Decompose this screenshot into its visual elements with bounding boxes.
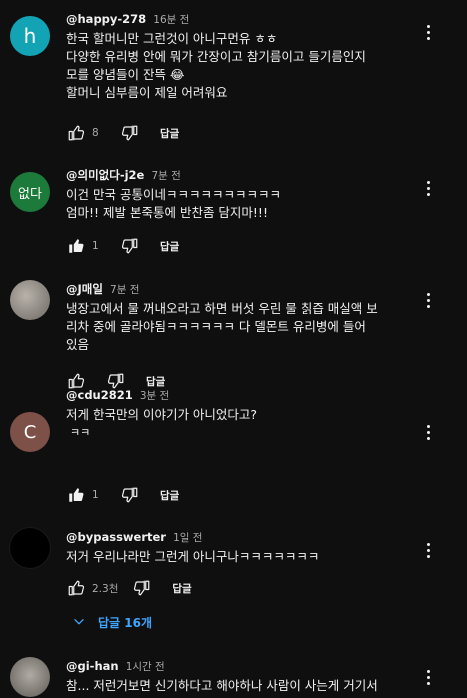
comment-body: @의미없다-j2e 7분 전 이건 만국 공통이네ㅋㅋㅋㅋㅋㅋㅋㅋㅋㅋ 엄마!!…: [66, 166, 427, 222]
comment-body: @gi-han 1시간 전 참... 저런거보면 신기하다고 해야하나 사람이 …: [66, 657, 427, 695]
comment-text-line: 엄마!! 제발 본죽통에 반찬좀 담지마!!!: [66, 205, 268, 220]
comment-text-line: 저거 우리나라만 그런게 아니구나ㅋㅋㅋㅋㅋㅋㅋ: [66, 549, 320, 564]
like-count: 1: [92, 240, 99, 252]
avatar[interactable]: C: [10, 412, 50, 452]
thumb-up-icon[interactable]: [66, 578, 86, 598]
more-vert-icon[interactable]: [419, 20, 437, 44]
thumb-up-icon[interactable]: [66, 236, 86, 256]
comment-author[interactable]: @bypasswerter: [66, 530, 166, 544]
comment-author[interactable]: @cdu2821: [66, 388, 133, 402]
thumb-down-icon[interactable]: [120, 485, 140, 505]
comment-text: 이건 만국 공통이네ㅋㅋㅋㅋㅋㅋㅋㅋㅋㅋ 엄마!! 제발 본죽통에 반찬좀 담지…: [66, 186, 427, 222]
avatar-letter: 없다: [18, 186, 42, 202]
comment-text: 한국 할머니만 그런것이 아니구먼유 ㅎㅎ 다양한 유리병 안에 뭐가 간장이고…: [66, 30, 427, 102]
more-vert-icon[interactable]: [419, 288, 437, 312]
comment-text: 참... 저런거보면 신기하다고 해야하나 사람이 사는게 거기서: [66, 677, 427, 695]
comment-author[interactable]: @gi-han: [66, 659, 119, 673]
more-vert-icon[interactable]: [419, 420, 437, 444]
comment-text-line: 참... 저런거보면 신기하다고 해야하나 사람이 사는게 거기서: [66, 678, 378, 693]
thumb-down-icon[interactable]: [132, 578, 152, 598]
more-vert-icon[interactable]: [419, 176, 437, 200]
show-replies-button[interactable]: 답글 16개: [72, 612, 152, 632]
comment-text-line: 한국 할머니만 그런것이 아니구먼유 ㅎㅎ: [66, 31, 278, 46]
thumb-down-icon[interactable]: [120, 123, 140, 143]
comment-text-line: 다양한 유리병 안에 뭐가 간장이고 참기름이고 들기름인지: [66, 49, 366, 64]
thumb-up-icon[interactable]: [66, 485, 86, 505]
like-count: 1: [92, 489, 99, 501]
chevron-down-icon: [74, 619, 84, 625]
thumb-up-icon[interactable]: [66, 123, 86, 143]
comment-author[interactable]: @의미없다-j2e: [66, 168, 144, 182]
comment-text: 저거 우리나라만 그런게 아니구나ㅋㅋㅋㅋㅋㅋㅋ: [66, 548, 427, 566]
comment-body: @J매일 7분 전 냉장고에서 물 꺼내오라고 하면 버섯 우린 물 칡즙 매실…: [66, 280, 427, 354]
comment-actions: 1 답글: [66, 485, 179, 505]
comment-text-line: 저게 한국만의 이야기가 아니었다고?: [66, 407, 258, 422]
comment-time[interactable]: 3분 전: [140, 390, 169, 402]
comment-text-line: ㅋㅋ: [70, 426, 91, 439]
comment-time[interactable]: 7분 전: [151, 170, 180, 182]
comment-body: @cdu2821 3분 전 저게 한국만의 이야기가 아니었다고? ㅋㅋ: [66, 386, 427, 442]
comment-author[interactable]: @happy-278: [66, 12, 146, 26]
comment-time[interactable]: 1일 전: [173, 532, 202, 544]
comment-time[interactable]: 1시간 전: [126, 661, 165, 673]
comment-text-line: 있음: [66, 337, 90, 352]
avatar[interactable]: [10, 280, 50, 320]
more-vert-icon[interactable]: [419, 538, 437, 562]
reply-button[interactable]: 답글: [172, 581, 191, 596]
avatar-letter: C: [23, 421, 37, 443]
comment-text: 저게 한국만의 이야기가 아니었다고? ㅋㅋ: [66, 406, 427, 442]
comment-time[interactable]: 16분 전: [153, 14, 189, 26]
comment-text-line: 리차 중에 골라야됨ㅋㅋㅋㅋㅋㅋ 다 델몬트 유리병에 들어: [66, 319, 366, 334]
comment-actions: 8 답글: [66, 123, 179, 143]
comment-text-line: 모를 양념들이 잔뜩 😂: [66, 67, 185, 82]
like-count: 8: [92, 127, 99, 139]
comment-actions: 2.3천 답글: [66, 578, 192, 598]
avatar[interactable]: [10, 657, 50, 697]
thumb-down-icon[interactable]: [120, 236, 140, 256]
reply-button[interactable]: 답글: [160, 126, 179, 141]
avatar[interactable]: h: [10, 16, 50, 56]
comment-text: 냉장고에서 물 꺼내오라고 하면 버섯 우린 물 칡즙 매실액 보 리차 중에 …: [66, 300, 427, 354]
comment-body: @bypasswerter 1일 전 저거 우리나라만 그런게 아니구나ㅋㅋㅋㅋ…: [66, 528, 427, 566]
avatar[interactable]: [10, 528, 50, 568]
comment-time[interactable]: 7분 전: [110, 284, 139, 296]
comment-text-line: 이건 만국 공통이네ㅋㅋㅋㅋㅋㅋㅋㅋㅋㅋ: [66, 187, 281, 202]
more-vert-icon[interactable]: [419, 665, 437, 689]
like-count: 2.3천: [92, 582, 119, 595]
comment-text-line: 냉장고에서 물 꺼내오라고 하면 버섯 우린 물 칡즙 매실액 보: [66, 301, 378, 316]
replies-count-label: 답글 16개: [98, 615, 152, 630]
reply-button[interactable]: 답글: [160, 239, 179, 254]
avatar-letter: h: [23, 24, 37, 48]
reply-button[interactable]: 답글: [160, 488, 179, 503]
comment-author[interactable]: @J매일: [66, 282, 103, 296]
avatar[interactable]: 없다: [10, 172, 50, 212]
comment-text-line: 할머니 심부름이 제일 어려워요: [66, 85, 228, 100]
comment-body: @happy-278 16분 전 한국 할머니만 그런것이 아니구먼유 ㅎㅎ 다…: [66, 10, 427, 102]
comment-actions: 1 답글: [66, 236, 179, 256]
